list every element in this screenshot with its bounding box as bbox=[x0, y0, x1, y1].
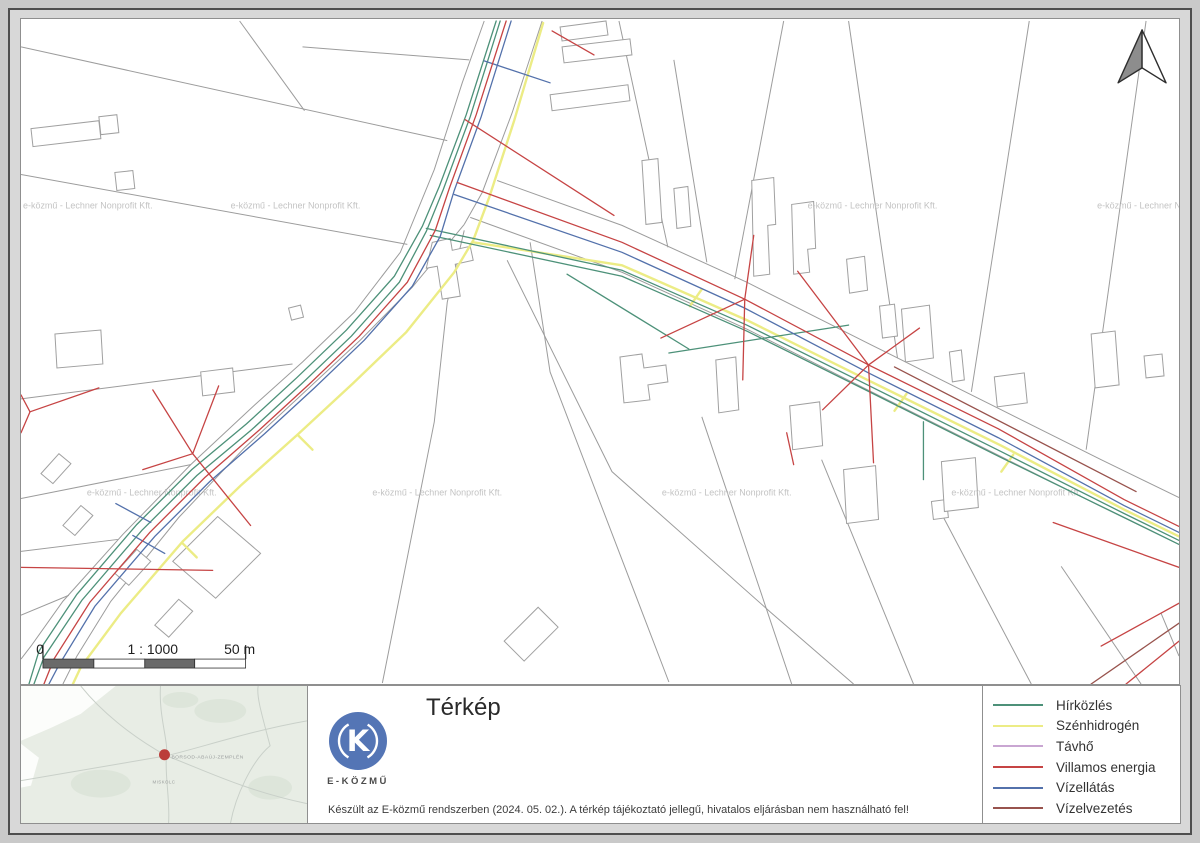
page-title: Térkép bbox=[426, 694, 501, 722]
scale-ratio-label: 1 : 1000 bbox=[128, 641, 179, 657]
legend-swatch-hirkozles bbox=[993, 704, 1043, 706]
legend-swatch-villamos bbox=[993, 766, 1043, 768]
map-canvas[interactable]: e-közmű - Lechner Nonprofit Kft. e-közmű… bbox=[20, 18, 1180, 685]
disclaimer-text: Készült az E-közmű rendszerben (2024. 05… bbox=[328, 804, 909, 816]
legend-label: Szénhidrogén bbox=[1056, 718, 1139, 733]
legend-label: Vízelvezetés bbox=[1056, 801, 1133, 816]
location-marker bbox=[159, 749, 170, 760]
svg-text:e-közmű - Lechner Nonprofit Kf: e-közmű - Lechner Nonprofit Kft. bbox=[372, 488, 502, 498]
inset-map-svg: BORSOD-ABAÚJ-ZEMPLÉN MISKOLC bbox=[21, 686, 307, 824]
legend-label: Villamos energia bbox=[1056, 760, 1156, 775]
svg-text:e-közmű - Lechner Nonprofit Kf: e-közmű - Lechner Nonprofit Kft. bbox=[662, 488, 792, 498]
page-frame: e-közmű - Lechner Nonprofit Kft. e-közmű… bbox=[8, 8, 1192, 835]
legend-swatch-vizellatas bbox=[993, 787, 1043, 789]
legend-label: Vízellátás bbox=[1056, 780, 1115, 795]
legend-item: Hírközlés bbox=[983, 695, 1180, 716]
utility-map-svg[interactable]: e-közmű - Lechner Nonprofit Kft. e-közmű… bbox=[21, 19, 1179, 684]
title-panel: K E-KÖZMŰ Térkép Készült az E-közmű rend… bbox=[307, 685, 983, 824]
scale-zero-label: 0 bbox=[36, 641, 44, 657]
legend-item: Villamos energia bbox=[983, 757, 1180, 778]
legend-item: Szénhidrogén bbox=[983, 716, 1180, 737]
ekozmu-logo-letter: K bbox=[329, 712, 387, 770]
inset-region-label: BORSOD-ABAÚJ-ZEMPLÉN bbox=[171, 754, 243, 761]
svg-text:e-közmű - Lechner Nonprofit Kf: e-közmű - Lechner Nonprofit Kft. bbox=[808, 200, 938, 210]
inset-city-label: MISKOLC bbox=[153, 780, 176, 785]
svg-text:e-közmű - Lechner Nonprofit Kf: e-közmű - Lechner Nonprofit Kft. bbox=[951, 488, 1081, 498]
legend-item: Távhő bbox=[983, 736, 1180, 757]
svg-text:e-közmű - Lechner Nonprofit Kf: e-közmű - Lechner Nonprofit Kft. bbox=[87, 488, 217, 498]
inset-map: BORSOD-ABAÚJ-ZEMPLÉN MISKOLC bbox=[20, 685, 308, 824]
legend-swatch-vizelvezetes bbox=[993, 807, 1043, 809]
legend-swatch-szenhidrogen bbox=[993, 725, 1043, 727]
legend-label: Hírközlés bbox=[1056, 698, 1112, 713]
svg-text:e-közmű - Lechner Nonprofit Kf: e-közmű - Lechner Nonprofit Kft. bbox=[1097, 200, 1179, 210]
legend-item: Vízellátás bbox=[983, 777, 1180, 798]
svg-text:e-közmű - Lechner Nonprofit Kf: e-közmű - Lechner Nonprofit Kft. bbox=[231, 200, 361, 210]
ekozmu-logo-icon: K bbox=[329, 712, 387, 770]
legend-label: Távhő bbox=[1056, 739, 1094, 754]
parcel-lines bbox=[21, 21, 1179, 684]
svg-text:e-közmű - Lechner Nonprofit Kf: e-közmű - Lechner Nonprofit Kft. bbox=[23, 200, 153, 210]
building-footprints bbox=[31, 21, 1164, 661]
legend-item: Vízelvezetés bbox=[983, 798, 1180, 819]
north-arrow-icon bbox=[1118, 30, 1166, 83]
utility-villamos-lines bbox=[21, 21, 1179, 684]
legend-panel: Hírközlés Szénhidrogén Távhő Villamos en… bbox=[982, 685, 1181, 824]
scale-distance-label: 50 m bbox=[224, 641, 255, 657]
legend-swatch-tavho bbox=[993, 745, 1043, 747]
ekozmu-logo-name: E-KÖZMŰ bbox=[318, 776, 398, 787]
scale-bar: 0 1 : 1000 50 m bbox=[36, 641, 255, 668]
